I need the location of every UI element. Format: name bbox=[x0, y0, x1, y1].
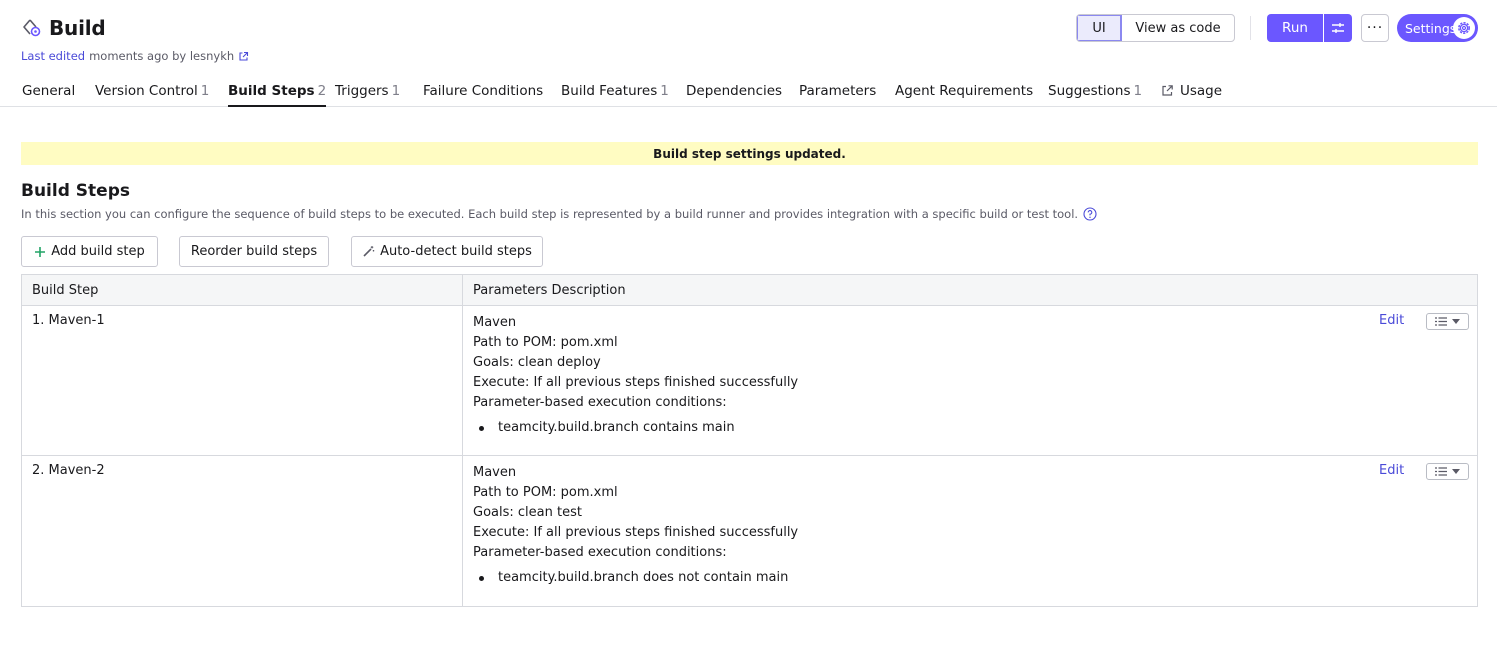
step-runner: Maven bbox=[473, 465, 517, 480]
header-divider bbox=[1250, 16, 1251, 40]
step-name[interactable]: 1. Maven-1 bbox=[22, 306, 463, 455]
external-link-icon bbox=[1161, 84, 1174, 101]
tab-parameters[interactable]: Parameters bbox=[799, 83, 876, 107]
success-banner: Build step settings updated. bbox=[21, 142, 1478, 165]
tab-count: 2 bbox=[317, 83, 327, 99]
tab-label: Build Steps bbox=[228, 83, 315, 99]
tab-triggers[interactable]: Triggers 1 bbox=[335, 83, 400, 107]
conditions-list: teamcity.build.branch does not contain m… bbox=[473, 568, 1467, 588]
condition-item: teamcity.build.branch does not contain m… bbox=[479, 568, 1467, 588]
run-button[interactable]: Run bbox=[1267, 14, 1323, 42]
section-description: In this section you can configure the se… bbox=[21, 207, 1097, 221]
list-icon bbox=[1435, 317, 1447, 326]
tab-count: 1 bbox=[391, 83, 401, 99]
tab-suggestions[interactable]: Suggestions 1 bbox=[1048, 83, 1142, 107]
tab-build-features[interactable]: Build Features 1 bbox=[561, 83, 669, 107]
view-as-code-button[interactable]: View as code bbox=[1122, 15, 1234, 41]
chevron-down-icon bbox=[1452, 469, 1460, 474]
tab-label: Triggers bbox=[335, 83, 389, 99]
step-parameters: Maven Path to POM: pom.xml Goals: clean … bbox=[463, 306, 1477, 455]
step-pom: Path to POM: pom.xml bbox=[473, 335, 618, 350]
step-execute: Execute: If all previous steps finished … bbox=[473, 375, 799, 390]
chevron-down-icon bbox=[1452, 319, 1460, 324]
add-build-step-label: Add build step bbox=[51, 244, 145, 259]
tab-label: General bbox=[22, 83, 76, 99]
gear-icon bbox=[1453, 17, 1475, 39]
plus-icon bbox=[34, 246, 46, 258]
title-wrap: Build bbox=[21, 16, 106, 40]
tab-label: Version Control bbox=[95, 83, 198, 99]
conditions-list: teamcity.build.branch contains main bbox=[473, 418, 1467, 438]
tab-count: 1 bbox=[660, 83, 669, 99]
tab-label: Failure Conditions bbox=[423, 83, 544, 99]
list-icon bbox=[1435, 467, 1447, 476]
tab-version-control[interactable]: Version Control 1 bbox=[95, 83, 209, 107]
view-mode-toggle: UI View as code bbox=[1076, 14, 1235, 42]
edit-step-link[interactable]: Edit bbox=[1379, 313, 1404, 328]
tab-count: 1 bbox=[200, 83, 210, 99]
tab-label: Parameters bbox=[799, 83, 877, 99]
step-goals: Goals: clean test bbox=[473, 505, 582, 520]
ui-view-button[interactable]: UI bbox=[1077, 15, 1122, 41]
page-title: Build bbox=[49, 16, 106, 40]
magic-wand-icon bbox=[362, 245, 375, 258]
tab-agent-requirements[interactable]: Agent Requirements bbox=[895, 83, 1033, 107]
tab-usage[interactable]: Usage bbox=[1161, 83, 1222, 107]
settings-label: Settings bbox=[1405, 20, 1457, 36]
reorder-build-steps-label: Reorder build steps bbox=[190, 244, 318, 259]
column-header-build-step: Build Step bbox=[22, 275, 463, 305]
tab-label: Agent Requirements bbox=[895, 83, 1034, 99]
tab-failure-conditions[interactable]: Failure Conditions bbox=[423, 83, 543, 107]
auto-detect-build-steps-label: Auto-detect build steps bbox=[380, 244, 532, 259]
step-name[interactable]: 2. Maven-2 bbox=[22, 456, 463, 606]
more-actions-button[interactable]: ··· bbox=[1361, 14, 1389, 42]
help-icon[interactable] bbox=[1083, 207, 1097, 221]
run-group: Run bbox=[1267, 14, 1352, 42]
step-execute: Execute: If all previous steps finished … bbox=[473, 525, 799, 540]
auto-detect-build-steps-button[interactable]: Auto-detect build steps bbox=[351, 236, 543, 267]
settings-button[interactable]: Settings bbox=[1397, 14, 1478, 42]
step-pom: Path to POM: pom.xml bbox=[473, 485, 618, 500]
section-description-text: In this section you can configure the se… bbox=[21, 207, 1079, 221]
last-edited: Last edited moments ago by lesnykh bbox=[21, 49, 249, 63]
run-options-button[interactable] bbox=[1324, 14, 1352, 42]
step-parameters: Maven Path to POM: pom.xml Goals: clean … bbox=[463, 456, 1477, 606]
table-row: 1. Maven-1 Maven Path to POM: pom.xml Go… bbox=[22, 306, 1477, 456]
section-title: Build Steps bbox=[21, 181, 130, 201]
step-conditions-label: Parameter-based execution conditions: bbox=[473, 395, 727, 410]
condition-item: teamcity.build.branch contains main bbox=[479, 418, 1467, 438]
column-header-parameters: Parameters Description bbox=[473, 283, 626, 298]
tab-dependencies[interactable]: Dependencies bbox=[686, 83, 782, 107]
last-edited-text: moments ago by lesnykh bbox=[89, 49, 235, 63]
external-link-icon[interactable] bbox=[238, 51, 249, 62]
step-actions-menu-button[interactable] bbox=[1426, 313, 1469, 330]
tab-label: Suggestions bbox=[1048, 83, 1131, 99]
last-edited-link[interactable]: Last edited bbox=[21, 49, 85, 63]
step-conditions-label: Parameter-based execution conditions: bbox=[473, 545, 727, 560]
tab-label: Dependencies bbox=[686, 83, 783, 99]
step-actions-menu-button[interactable] bbox=[1426, 463, 1469, 480]
tab-general[interactable]: General bbox=[22, 83, 75, 107]
build-steps-table: Build Step Parameters Description 1. Mav… bbox=[21, 274, 1478, 607]
tab-label: Usage bbox=[1180, 83, 1223, 99]
reorder-build-steps-button[interactable]: Reorder build steps bbox=[179, 236, 329, 267]
step-runner: Maven bbox=[473, 315, 517, 330]
add-build-step-button[interactable]: Add build step bbox=[21, 236, 158, 267]
tab-label: Build Features bbox=[561, 83, 658, 99]
table-row: 2. Maven-2 Maven Path to POM: pom.xml Go… bbox=[22, 456, 1477, 606]
tab-build-steps[interactable]: Build Steps 2 bbox=[228, 83, 327, 107]
step-goals: Goals: clean deploy bbox=[473, 355, 601, 370]
run-options-icon bbox=[1331, 21, 1345, 35]
build-config-icon bbox=[21, 17, 43, 39]
config-tabs: General Version Control 1 Build Steps 2 Tr… bbox=[0, 76, 1497, 107]
table-header: Build Step Parameters Description bbox=[22, 275, 1477, 306]
page-header: Build Last edited moments ago by lesnykh… bbox=[0, 0, 1497, 70]
edit-step-link[interactable]: Edit bbox=[1379, 463, 1404, 478]
tab-count: 1 bbox=[1133, 83, 1143, 99]
